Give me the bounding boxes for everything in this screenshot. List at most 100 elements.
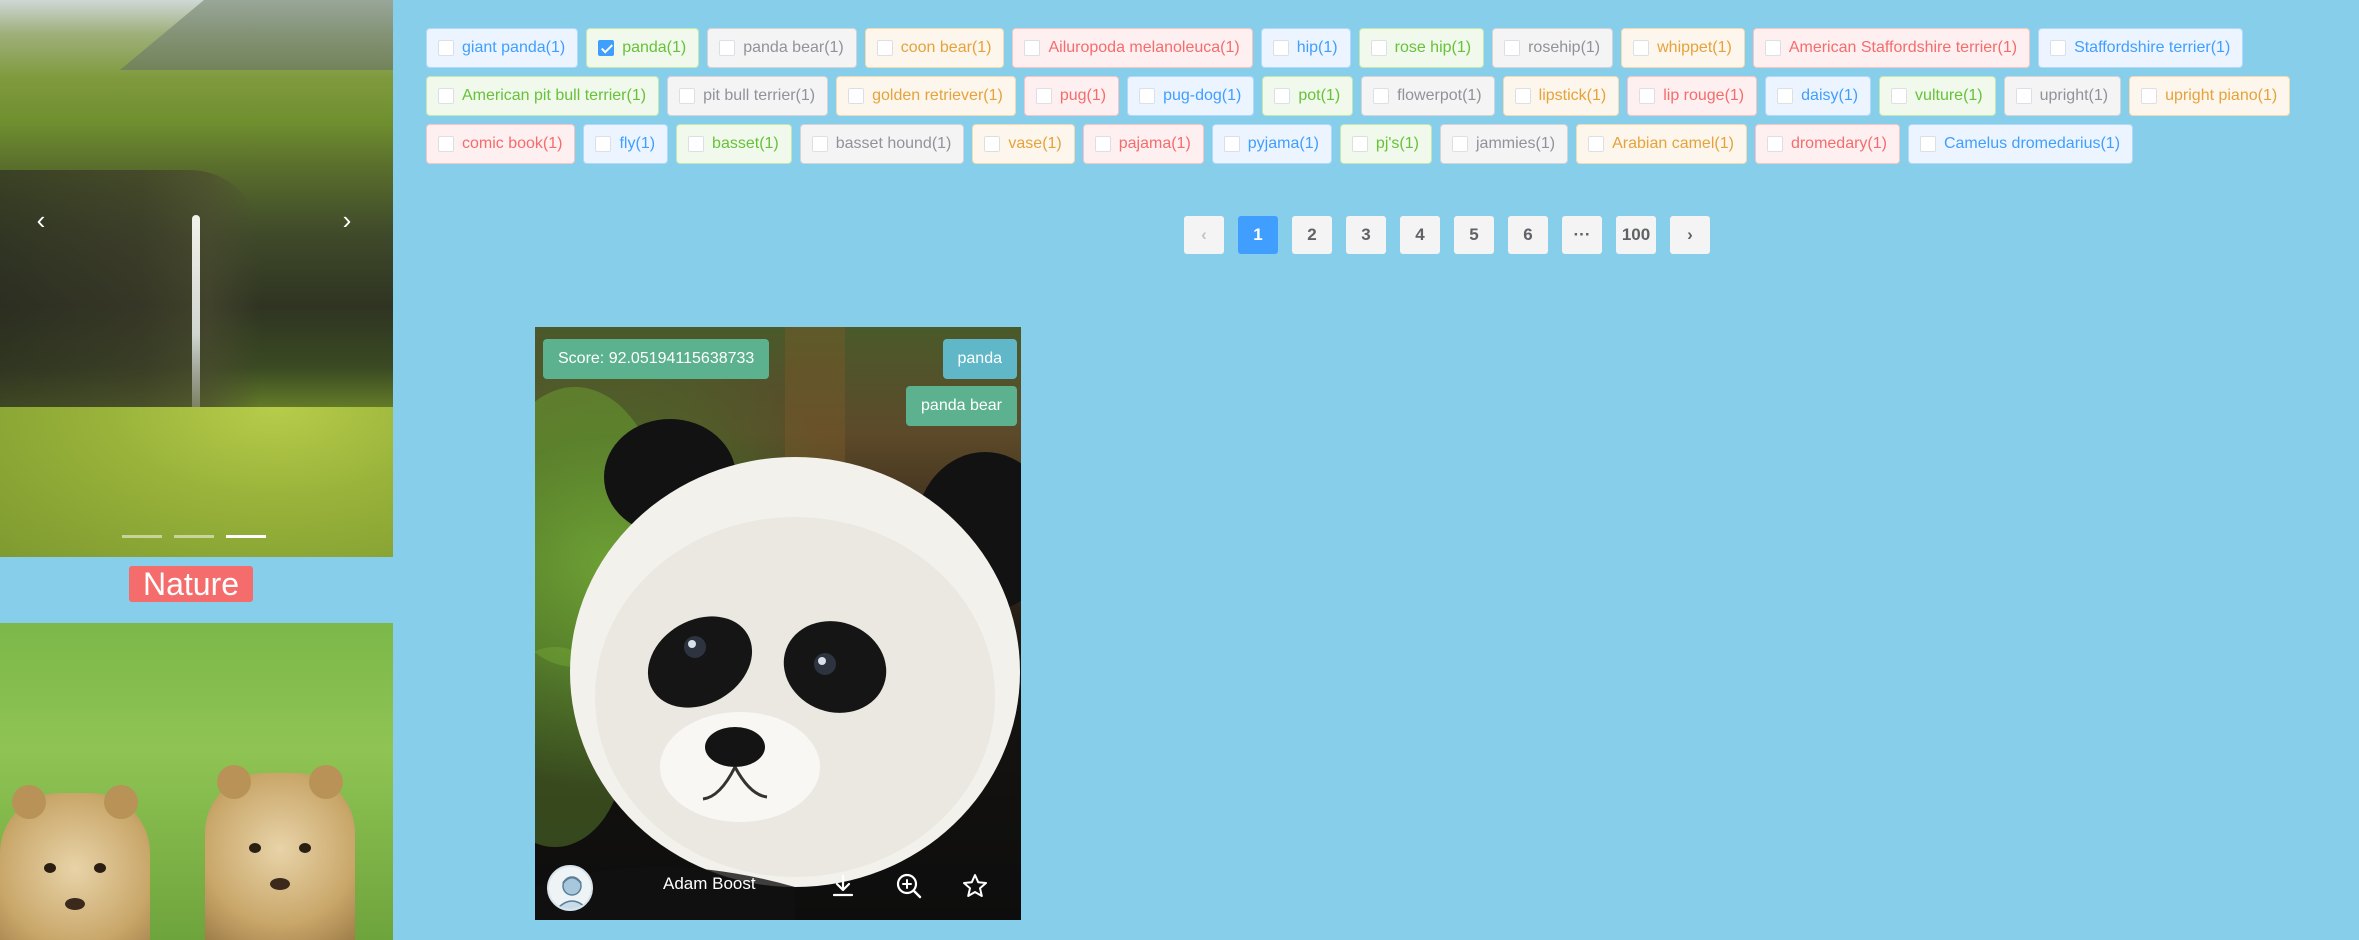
next-page-button[interactable]: › [1670, 216, 1710, 254]
checkbox-icon[interactable] [438, 40, 454, 56]
checkbox-icon[interactable] [1094, 136, 1111, 152]
tag-filter-item[interactable]: basset hound(1) [799, 124, 965, 164]
checkbox-icon[interactable] [1891, 88, 1908, 104]
tag-filter-item[interactable]: panda(1) [586, 28, 700, 68]
checkbox-icon[interactable] [1919, 136, 1936, 152]
checkbox-icon[interactable] [2050, 40, 2067, 56]
checkbox-icon[interactable] [2141, 88, 2158, 104]
page-button[interactable]: 3 [1346, 216, 1386, 254]
tag-filter-item[interactable]: rose hip(1) [1358, 28, 1485, 68]
checkbox-icon[interactable] [1777, 88, 1794, 104]
tag-filter-item[interactable]: vulture(1) [1879, 76, 1996, 116]
checkbox-icon[interactable] [595, 136, 612, 152]
avatar[interactable] [547, 865, 593, 911]
tag-filter-item[interactable]: Camelus dromedarius(1) [1907, 124, 2134, 164]
checkbox-icon[interactable] [719, 40, 736, 56]
tag-filter-item[interactable]: lip rouge(1) [1627, 76, 1758, 116]
page-button[interactable]: 4 [1400, 216, 1440, 254]
tag-filter-item[interactable]: Staffordshire terrier(1) [2038, 28, 2244, 68]
tag-filter-item[interactable]: pug(1) [1023, 76, 1120, 116]
tag-filter-item[interactable]: daisy(1) [1765, 76, 1872, 116]
checkbox-icon[interactable] [811, 136, 828, 152]
category-thumbnail[interactable] [0, 623, 393, 940]
checkbox-icon[interactable] [848, 88, 865, 104]
tag-filter-item[interactable]: Arabian camel(1) [1576, 124, 1747, 164]
checkbox-icon[interactable] [1451, 136, 1468, 152]
last-page-button[interactable]: 100 [1616, 216, 1656, 254]
checkbox-icon[interactable] [1633, 40, 1650, 56]
prev-page-button[interactable]: ‹ [1184, 216, 1224, 254]
tag-filter-item[interactable]: American Staffordshire terrier(1) [1752, 28, 2031, 68]
checkbox-icon[interactable] [1766, 136, 1783, 152]
page-button[interactable]: 5 [1454, 216, 1494, 254]
zoom-in-icon[interactable] [895, 872, 923, 900]
checkbox-icon[interactable] [984, 136, 1001, 152]
checkbox-icon[interactable] [1504, 40, 1521, 56]
carousel-indicator[interactable] [174, 535, 214, 538]
tag-filter-item[interactable]: pyjama(1) [1211, 124, 1332, 164]
tag-filter-item[interactable]: golden retriever(1) [836, 76, 1016, 116]
tag-filter-item[interactable]: hip(1) [1260, 28, 1351, 68]
image-carousel[interactable]: ‹ › [0, 0, 393, 557]
page-button[interactable]: 2 [1292, 216, 1332, 254]
label-tag[interactable]: panda bear [906, 386, 1017, 426]
checkbox-icon[interactable] [1139, 88, 1156, 104]
tag-filter-item[interactable]: fly(1) [583, 124, 669, 164]
tag-filter-item[interactable]: jammies(1) [1439, 124, 1569, 164]
tag-filter-item[interactable]: basset(1) [676, 124, 792, 164]
checkbox-checked-icon[interactable] [598, 40, 615, 56]
tag-filter-item[interactable]: American pit bull terrier(1) [426, 76, 660, 116]
checkbox-icon[interactable] [2015, 88, 2032, 104]
page-button[interactable]: 6 [1508, 216, 1548, 254]
chevron-right-icon[interactable]: › [332, 205, 362, 235]
more-pages-button[interactable]: ··· [1562, 216, 1602, 254]
tag-filter-item[interactable]: panda bear(1) [707, 28, 857, 68]
checkbox-icon[interactable] [438, 88, 454, 104]
tag-filter-item[interactable]: upright(1) [2003, 76, 2122, 116]
tag-filter-item[interactable]: pj's(1) [1339, 124, 1432, 164]
checkbox-icon[interactable] [1223, 136, 1240, 152]
page-button-current[interactable]: 1 [1238, 216, 1278, 254]
tag-filter-item[interactable]: dromedary(1) [1754, 124, 1900, 164]
carousel-indicator-active[interactable] [226, 535, 266, 538]
checkbox-icon[interactable] [1588, 136, 1605, 152]
tag-filter-item[interactable]: pug-dog(1) [1127, 76, 1255, 116]
tag-filter-item[interactable]: lipstick(1) [1502, 76, 1620, 116]
tag-filter-item[interactable]: pot(1) [1262, 76, 1354, 116]
tag-filter-item[interactable]: pit bull terrier(1) [667, 76, 829, 116]
carousel-indicators [122, 535, 266, 538]
checkbox-icon[interactable] [1274, 88, 1291, 104]
tag-filter-item[interactable]: coon bear(1) [864, 28, 1005, 68]
tag-filter-item[interactable]: upright piano(1) [2129, 76, 2291, 116]
tag-filter-item[interactable]: comic book(1) [426, 124, 576, 164]
star-icon[interactable] [961, 872, 989, 900]
tag-filter-item[interactable]: vase(1) [972, 124, 1075, 164]
cheetah-cub-image [0, 785, 150, 940]
tag-label: Ailuropoda melanoleuca(1) [1048, 39, 1240, 56]
carousel-indicator[interactable] [122, 535, 162, 538]
checkbox-icon[interactable] [876, 40, 893, 56]
tag-filter-item[interactable]: giant panda(1) [426, 28, 579, 68]
checkbox-icon[interactable] [688, 136, 705, 152]
checkbox-icon[interactable] [1035, 88, 1052, 104]
checkbox-icon[interactable] [1351, 136, 1368, 152]
tag-filter-item[interactable]: rosehip(1) [1492, 28, 1614, 68]
checkbox-icon[interactable] [1514, 88, 1531, 104]
checkbox-icon[interactable] [1370, 40, 1387, 56]
checkbox-icon[interactable] [1639, 88, 1656, 104]
tag-label: American Staffordshire terrier(1) [1788, 39, 2018, 56]
checkbox-icon[interactable] [1764, 40, 1781, 56]
checkbox-icon[interactable] [438, 136, 454, 152]
checkbox-icon[interactable] [1373, 88, 1390, 104]
tag-filter-item[interactable]: Ailuropoda melanoleuca(1) [1012, 28, 1253, 68]
checkbox-icon[interactable] [1272, 40, 1289, 56]
tag-filter-item[interactable]: flowerpot(1) [1361, 76, 1495, 116]
image-card[interactable]: Score: 92.05194115638733 panda panda bea… [535, 327, 1021, 920]
checkbox-icon[interactable] [1024, 40, 1041, 56]
label-tag[interactable]: panda [942, 339, 1017, 379]
chevron-left-icon[interactable]: ‹ [26, 205, 56, 235]
download-icon[interactable] [829, 872, 857, 900]
checkbox-icon[interactable] [679, 88, 696, 104]
tag-filter-item[interactable]: whippet(1) [1621, 28, 1745, 68]
tag-filter-item[interactable]: pajama(1) [1082, 124, 1204, 164]
